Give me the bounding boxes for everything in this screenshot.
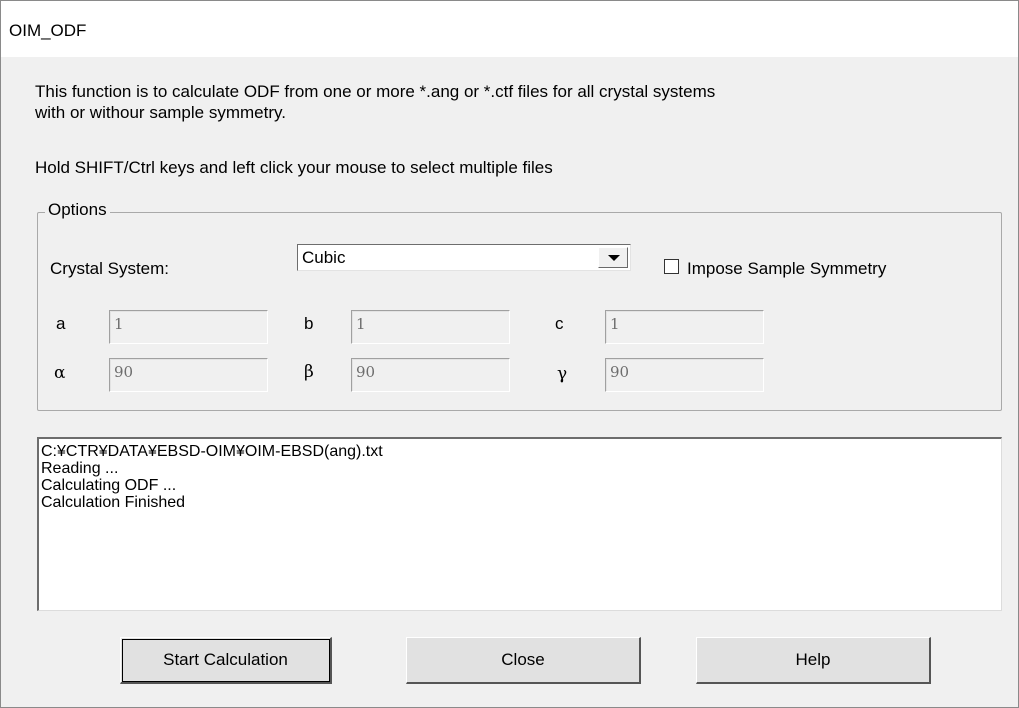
param-beta-field: 90 bbox=[351, 358, 510, 392]
options-legend: Options bbox=[45, 200, 110, 220]
impose-sample-symmetry-checkbox[interactable] bbox=[664, 259, 679, 274]
description-line-1: This function is to calculate ODF from o… bbox=[35, 82, 716, 101]
param-c-label: c bbox=[555, 314, 564, 333]
title-bar[interactable]: OIM_ODF bbox=[1, 1, 1018, 57]
window-title: OIM_ODF bbox=[9, 21, 87, 40]
param-a-field: 1 bbox=[109, 310, 268, 344]
param-gamma-label: γ bbox=[557, 364, 568, 384]
impose-sample-symmetry-label[interactable]: Impose Sample Symmetry bbox=[687, 259, 886, 279]
log-line: Reading ... bbox=[41, 460, 119, 477]
log-line: Calculation Finished bbox=[41, 494, 186, 511]
param-gamma-value: 90 bbox=[610, 363, 630, 381]
chevron-down-icon bbox=[608, 255, 620, 261]
help-button[interactable]: Help bbox=[696, 637, 931, 684]
close-button[interactable]: Close bbox=[406, 637, 641, 684]
param-b-label: b bbox=[304, 314, 314, 333]
output-log[interactable]: C:¥CTR¥DATA¥EBSD-OIM¥OIM-EBSD(ang).txt R… bbox=[37, 437, 1002, 611]
crystal-system-label: Crystal System: bbox=[50, 259, 170, 278]
param-alpha-value: 90 bbox=[114, 363, 134, 381]
param-alpha-field: 90 bbox=[109, 358, 268, 392]
oim-odf-dialog: OIM_ODF This function is to calculate OD… bbox=[0, 0, 1019, 708]
param-b-value: 1 bbox=[356, 315, 366, 333]
param-b-field: 1 bbox=[351, 310, 510, 344]
param-alpha-label: α bbox=[54, 363, 66, 383]
description-line-2: with or withour sample symmetry. bbox=[35, 103, 286, 122]
start-calculation-button[interactable]: Start Calculation bbox=[120, 637, 332, 684]
param-beta-value: 90 bbox=[356, 363, 376, 381]
param-a-label: a bbox=[56, 314, 66, 333]
log-line: Calculating ODF ... bbox=[41, 477, 177, 494]
dropdown-arrow-button[interactable] bbox=[598, 247, 628, 268]
crystal-system-dropdown[interactable]: Cubic bbox=[297, 244, 631, 271]
param-c-value: 1 bbox=[610, 315, 620, 333]
crystal-system-value: Cubic bbox=[302, 248, 346, 267]
param-a-value: 1 bbox=[114, 315, 124, 333]
param-beta-label: β bbox=[304, 362, 314, 382]
param-gamma-field: 90 bbox=[605, 358, 764, 392]
param-c-field: 1 bbox=[605, 310, 764, 344]
multi-select-hint: Hold SHIFT/Ctrl keys and left click your… bbox=[35, 158, 553, 177]
log-line: C:¥CTR¥DATA¥EBSD-OIM¥OIM-EBSD(ang).txt bbox=[41, 443, 383, 460]
